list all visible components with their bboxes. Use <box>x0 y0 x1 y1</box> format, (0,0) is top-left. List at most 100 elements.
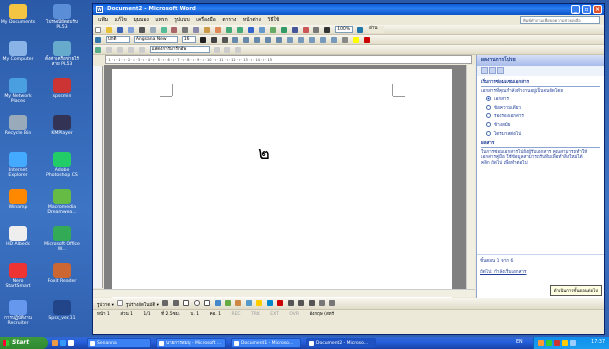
accept-icon[interactable] <box>127 47 134 53</box>
status-ovr[interactable]: OVR <box>289 312 299 317</box>
minimize-icon[interactable]: _ <box>571 5 580 14</box>
menu-table[interactable]: ตาราง <box>222 17 236 23</box>
draw-menu[interactable]: รูปวาด ▾ <box>97 303 114 308</box>
task-button-2[interactable]: นายการสมบุ - Microsoft ... <box>156 338 226 348</box>
reject-icon[interactable] <box>138 47 145 53</box>
option-labels[interactable]: ข้างสมัย <box>486 121 600 129</box>
desktop-icon[interactable]: ตั้งค่าเครือข่ายไร้สาย PL53 <box>44 41 80 67</box>
line-icon[interactable] <box>162 300 169 306</box>
desktop-icon[interactable]: My Computer <box>0 41 36 62</box>
insert-table-icon[interactable] <box>269 27 276 33</box>
research-icon[interactable] <box>171 27 178 33</box>
font-select[interactable]: Angsana New <box>133 36 178 43</box>
paste-icon[interactable] <box>204 27 211 33</box>
review-prev-icon[interactable] <box>105 47 112 53</box>
italic-icon[interactable] <box>210 37 217 43</box>
diagram-icon[interactable] <box>225 300 232 306</box>
new-icon[interactable] <box>95 27 101 33</box>
document-page[interactable]: ๒ <box>112 69 452 299</box>
maximize-icon[interactable]: ▫ <box>582 5 591 14</box>
show-hide-icon[interactable] <box>324 27 331 33</box>
vertical-scrollbar[interactable] <box>466 65 475 289</box>
task-pane-title[interactable]: ผลงานการโปรย <box>477 55 604 66</box>
volume-icon[interactable] <box>570 340 576 346</box>
clock[interactable]: 17:37 <box>591 340 605 345</box>
permission-icon[interactable] <box>127 27 134 33</box>
open-icon[interactable] <box>105 27 112 33</box>
copy-icon[interactable] <box>193 27 200 33</box>
comment-icon[interactable] <box>224 47 231 53</box>
ask-question-box[interactable]: พิมพ์คำถามเพื่อขอความช่วยเหลือ <box>520 16 600 24</box>
select-objects-icon[interactable] <box>117 300 124 306</box>
option-email[interactable]: ข้อความเดียว <box>486 104 600 112</box>
numbering-icon[interactable] <box>297 37 304 43</box>
highlight-icon[interactable] <box>352 37 359 43</box>
tables-icon[interactable] <box>258 27 265 33</box>
textbox-icon[interactable] <box>204 300 211 306</box>
task-button-1[interactable]: Senanna <box>87 338 151 348</box>
print-icon[interactable] <box>138 27 145 33</box>
desktop-icon[interactable]: Microsoft Office W... <box>44 226 80 252</box>
review-next-icon[interactable] <box>116 47 123 53</box>
bold-icon[interactable] <box>199 37 206 43</box>
status-rec[interactable]: REC <box>231 312 240 317</box>
tray-icon-1[interactable] <box>538 340 544 346</box>
align-left-icon[interactable] <box>232 37 239 43</box>
menu-view[interactable]: มุมมอง <box>133 17 148 23</box>
desktop-icon[interactable]: Internet Explorer <box>0 152 36 178</box>
spelling-icon[interactable] <box>160 27 167 33</box>
arrow-icon[interactable] <box>172 300 179 306</box>
back-icon[interactable] <box>481 67 488 74</box>
desktop-icon[interactable]: การปฏิบัติงาน Recruiter <box>0 300 36 326</box>
desktop-icon[interactable]: My Documents <box>0 4 36 25</box>
oval-icon[interactable] <box>193 300 200 306</box>
redo-icon[interactable] <box>236 27 243 33</box>
option-letters[interactable]: เอกสาร <box>486 96 600 103</box>
desktop-icon[interactable]: HD Albeck <box>0 226 36 247</box>
menu-file[interactable]: แฟ้ม <box>98 17 108 23</box>
thai-distribute-icon[interactable] <box>276 37 283 43</box>
hyperlink-icon[interactable] <box>247 27 254 33</box>
menu-edit[interactable]: แก้ไข <box>115 17 127 23</box>
task-button-3[interactable]: Document1 - Microso... <box>231 338 301 348</box>
border-icon[interactable] <box>341 37 348 43</box>
start-button[interactable]: Start <box>0 337 48 349</box>
menu-format[interactable]: รูปแบบ <box>174 17 189 23</box>
menu-insert[interactable]: แทรก <box>155 17 167 23</box>
vertical-ruler[interactable] <box>93 66 103 288</box>
increase-indent-icon[interactable] <box>330 37 337 43</box>
desktop-icon[interactable]: Adobe Photoshop CS <box>44 152 80 178</box>
horizontal-ruler[interactable]: · 1 · ı · 1 · ı · 2 · ı · 3 · ı · 4 · ı … <box>105 55 472 64</box>
reviewing-pane-icon[interactable] <box>235 47 242 53</box>
horizontal-scrollbar[interactable] <box>93 289 475 297</box>
desktop-icon[interactable]: My Network Places <box>0 78 36 104</box>
format-painter-icon[interactable] <box>215 27 222 33</box>
font-size-select[interactable]: 16 <box>181 36 196 43</box>
markup-select[interactable]: แสดงการมาร์กอัพ <box>149 46 210 53</box>
bullets-icon[interactable] <box>308 37 315 43</box>
track-changes-icon[interactable] <box>213 47 220 53</box>
desktop-icon[interactable]: spssmin <box>44 78 80 99</box>
align-center-icon[interactable] <box>243 37 250 43</box>
style-select[interactable]: ปกติ <box>105 36 130 43</box>
tray-icon-4[interactable] <box>562 340 568 346</box>
desktop-icon[interactable]: KMPlayer <box>44 115 80 136</box>
task-button-4[interactable]: Document2 - Microso... <box>306 338 376 348</box>
desktop-icon[interactable]: Spss_ver.11 <box>44 300 80 321</box>
wordart-icon[interactable] <box>214 300 221 306</box>
font-color-draw-icon[interactable] <box>277 300 284 306</box>
desktop-icon[interactable]: Foxit Reader <box>44 263 80 284</box>
status-ext[interactable]: EXT <box>270 312 279 317</box>
home-icon[interactable] <box>497 67 504 74</box>
option-directory[interactable]: ไตรมาสต่อไป <box>486 130 600 138</box>
justify-icon[interactable] <box>265 37 272 43</box>
quicklaunch-icon-2[interactable] <box>60 340 66 346</box>
quicklaunch-icon-3[interactable] <box>68 340 74 346</box>
shadow-icon[interactable] <box>318 300 325 306</box>
close-icon[interactable]: × <box>593 5 602 14</box>
next-step-link[interactable]: ถัดไป: กำลังเริ่มเอกสาร <box>480 269 601 276</box>
save-icon[interactable] <box>116 27 123 33</box>
line-style-icon[interactable] <box>287 300 294 306</box>
doc-map-icon[interactable] <box>313 27 320 33</box>
columns-icon[interactable] <box>291 27 298 33</box>
